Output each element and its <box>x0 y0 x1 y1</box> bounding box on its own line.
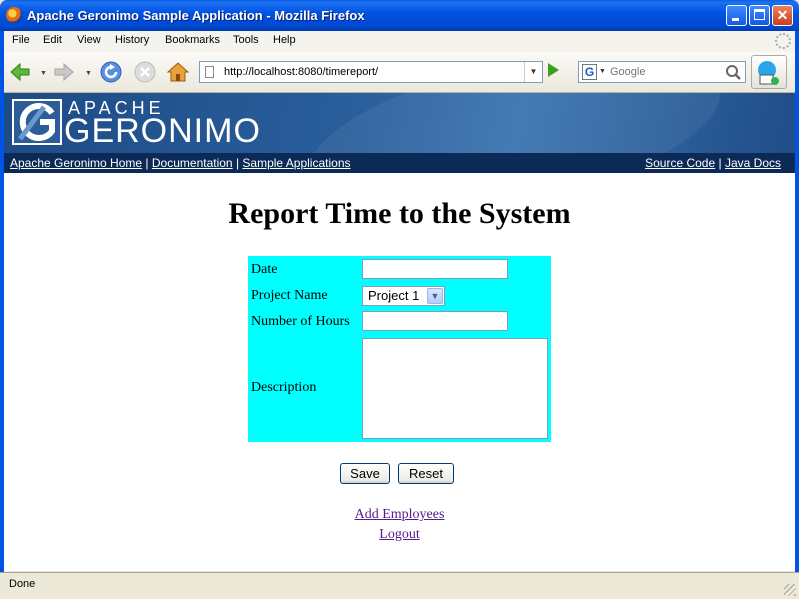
back-button[interactable] <box>8 60 32 84</box>
menu-bookmarks[interactable]: Bookmarks <box>165 34 220 46</box>
date-field[interactable] <box>362 259 508 279</box>
link-separator: | <box>718 156 722 170</box>
description-label: Description <box>251 380 317 395</box>
reload-icon <box>100 61 122 83</box>
link-separator: | <box>145 156 149 170</box>
maximize-button[interactable] <box>749 5 770 26</box>
menu-help[interactable]: Help <box>273 34 296 46</box>
page-content: APACHE GERONIMO Apache Geronimo Home | D… <box>4 93 795 571</box>
stop-icon <box>134 61 156 83</box>
firefox-icon <box>6 7 22 23</box>
site-link-bar: Apache Geronimo Home | Documentation | S… <box>4 153 795 173</box>
page-title: Report Time to the System <box>228 197 571 230</box>
navigation-toolbar: ▼ ▼ http://localhost:8080/timereport/ ▼ … <box>0 52 799 93</box>
back-arrow-icon <box>10 62 30 82</box>
address-bar[interactable]: http://localhost:8080/timereport/ ▼ <box>199 61 543 83</box>
search-input[interactable] <box>610 64 714 80</box>
resize-grip-icon[interactable] <box>784 584 796 596</box>
forward-arrow-icon <box>54 62 74 82</box>
geronimo-banner: APACHE GERONIMO <box>4 93 795 153</box>
link-geronimo-home[interactable]: Apache Geronimo Home <box>10 156 142 170</box>
logout-link[interactable]: Logout <box>379 527 419 542</box>
window-title-bar[interactable]: Apache Geronimo Sample Application - Moz… <box>0 0 799 31</box>
home-button[interactable] <box>166 60 190 84</box>
menu-history[interactable]: History <box>115 34 149 46</box>
project-name-label: Project Name <box>251 288 328 303</box>
project-select-value: Project 1 <box>368 288 420 303</box>
window-title: Apache Geronimo Sample Application - Moz… <box>27 8 365 23</box>
magnifier-icon <box>726 65 741 80</box>
skype-icon <box>758 61 779 85</box>
link-sample-applications[interactable]: Sample Applications <box>242 156 350 170</box>
window-border-right <box>795 31 799 572</box>
close-icon: ✕ <box>776 7 789 23</box>
status-text: Done <box>9 578 36 590</box>
project-select[interactable]: Project 1 ▼ <box>362 286 445 306</box>
save-button[interactable]: Save <box>340 463 390 484</box>
minimize-button[interactable] <box>726 5 747 26</box>
logout-link-row: Logout <box>4 527 795 543</box>
back-history-dropdown-icon[interactable]: ▼ <box>40 70 47 77</box>
logo-geronimo-text: GERONIMO <box>64 112 261 150</box>
link-documentation[interactable]: Documentation <box>152 156 233 170</box>
time-report-form: Date Project Name Project 1 ▼ Number of … <box>248 256 551 442</box>
chevron-down-icon: ▼ <box>427 288 443 304</box>
throbber-icon <box>775 33 791 49</box>
menu-view[interactable]: View <box>77 34 101 46</box>
url-history-dropdown-icon[interactable]: ▼ <box>524 62 542 82</box>
reload-button[interactable] <box>99 60 123 84</box>
status-bar: Done <box>0 572 799 599</box>
menu-bar: File Edit View History Bookmarks Tools H… <box>0 31 799 53</box>
google-engine-icon[interactable]: G <box>582 64 597 80</box>
banner-feather-decoration <box>294 93 734 153</box>
menu-file[interactable]: File <box>12 34 30 46</box>
menu-edit[interactable]: Edit <box>43 34 62 46</box>
menu-tools[interactable]: Tools <box>233 34 259 46</box>
link-source-code[interactable]: Source Code <box>645 156 715 170</box>
link-java-docs[interactable]: Java Docs <box>725 156 781 170</box>
reset-button[interactable]: Reset <box>398 463 454 484</box>
forward-button[interactable] <box>52 60 76 84</box>
go-button[interactable] <box>548 63 559 77</box>
page-icon <box>205 66 214 78</box>
search-bar[interactable]: G ▼ <box>578 61 746 83</box>
search-button[interactable] <box>724 63 742 81</box>
stop-button[interactable] <box>133 60 157 84</box>
url-text: http://localhost:8080/timereport/ <box>224 66 379 78</box>
home-icon <box>166 62 190 82</box>
add-employees-link-row: Add Employees <box>4 507 795 523</box>
date-label: Date <box>251 262 278 277</box>
search-engine-dropdown-icon[interactable]: ▼ <box>599 68 606 75</box>
forward-history-dropdown-icon[interactable]: ▼ <box>85 70 92 77</box>
close-button[interactable]: ✕ <box>772 5 793 26</box>
hours-field[interactable] <box>362 311 508 331</box>
skype-addon-button[interactable] <box>751 55 787 89</box>
hours-label: Number of Hours <box>251 314 350 329</box>
add-employees-link[interactable]: Add Employees <box>355 507 445 522</box>
geronimo-logo-icon <box>12 99 62 145</box>
description-textarea[interactable] <box>362 338 548 439</box>
link-separator: | <box>235 156 240 170</box>
